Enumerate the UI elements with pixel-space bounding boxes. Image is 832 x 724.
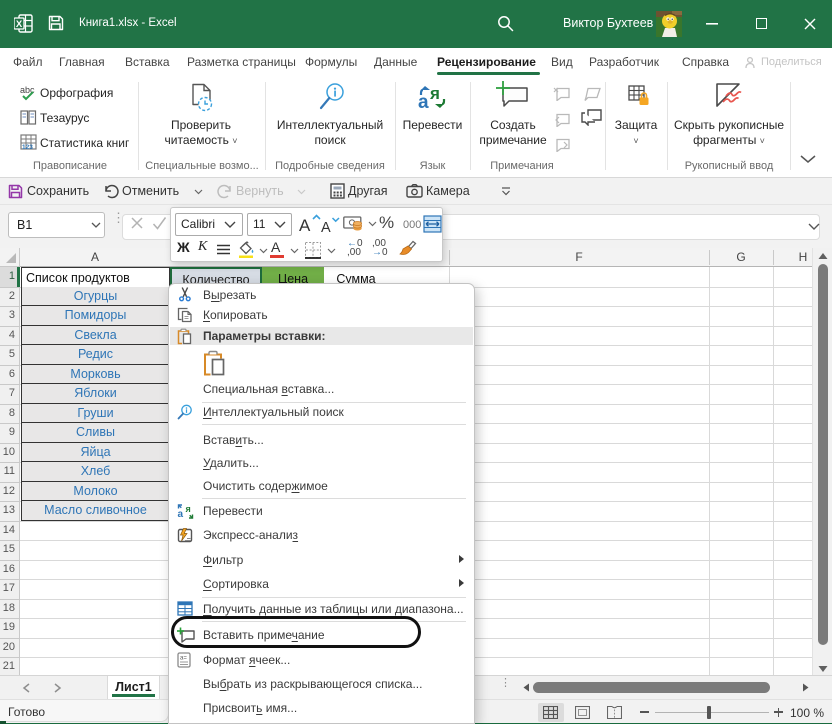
svg-text:A: A <box>299 216 311 234</box>
svg-text:я: я <box>429 84 440 103</box>
svg-text:я: я <box>186 504 191 514</box>
svg-text:123: 123 <box>22 144 33 151</box>
svg-text:a=: a= <box>180 656 187 662</box>
svg-text:a: a <box>178 509 184 520</box>
svg-text:A: A <box>321 220 331 234</box>
svg-text:a: a <box>418 92 429 113</box>
svg-text:X: X <box>16 19 23 30</box>
